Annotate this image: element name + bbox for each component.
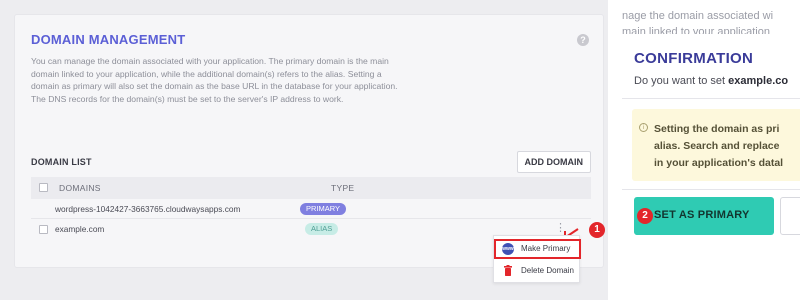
menu-item-label: Delete Domain xyxy=(521,266,574,275)
domain-management-panel: DOMAIN MANAGEMENT ? You can manage the d… xyxy=(0,0,608,300)
alias-badge: ALIAS xyxy=(305,223,339,235)
background-text: main linked to your application xyxy=(622,26,770,34)
section-title: DOMAIN MANAGEMENT xyxy=(31,32,186,47)
help-icon[interactable]: ? xyxy=(577,34,589,46)
step-1-badge: 1 xyxy=(589,222,605,238)
table-row-domain: example.com xyxy=(55,224,105,234)
button-label: SET AS PRIMARY xyxy=(654,209,750,221)
make-primary-menu-item[interactable]: www Make Primary xyxy=(494,239,581,259)
select-all-checkbox[interactable] xyxy=(39,183,48,192)
dialog-title: CONFIRMATION xyxy=(634,50,754,67)
primary-badge: PRIMARY xyxy=(300,203,347,215)
www-icon: www xyxy=(502,243,514,255)
cancel-button[interactable] xyxy=(780,197,800,235)
domain-list-label: DOMAIN LIST xyxy=(31,157,92,167)
info-icon: i xyxy=(639,123,648,132)
confirmation-dialog: nage the domain associated wi main linke… xyxy=(622,0,800,300)
add-domain-button[interactable]: ADD DOMAIN xyxy=(516,151,591,173)
dialog-question: Do you want to set example.co xyxy=(634,75,789,87)
row-checkbox[interactable] xyxy=(39,225,48,234)
row-context-menu: www Make Primary Delete Domain xyxy=(493,235,581,283)
divider xyxy=(622,189,800,190)
screenshot: DOMAIN MANAGEMENT ? You can manage the d… xyxy=(0,0,800,300)
question-domain: example.co xyxy=(728,75,789,87)
table-header: DOMAINS TYPE xyxy=(31,177,591,199)
warning-text: Setting the domain as pri xyxy=(654,123,780,135)
delete-domain-menu-item[interactable]: Delete Domain xyxy=(494,261,581,281)
step-2-badge: 2 xyxy=(637,208,653,224)
set-as-primary-button[interactable]: SET AS PRIMARY xyxy=(634,197,774,235)
trash-icon xyxy=(504,265,512,276)
column-header-type: TYPE xyxy=(331,183,355,193)
domain-management-card: DOMAIN MANAGEMENT ? You can manage the d… xyxy=(14,14,604,268)
warning-text: alias. Search and replace xyxy=(654,140,780,152)
warning-text: in your application's datal xyxy=(654,157,784,169)
column-header-domains: DOMAINS xyxy=(59,183,101,193)
warning-notice: i Setting the domain as pri alias. Searc… xyxy=(632,109,800,181)
table-row-domain: wordpress-1042427-3663765.cloudwaysapps.… xyxy=(55,204,241,214)
background-text: nage the domain associated wi xyxy=(622,10,774,22)
section-description: You can manage the domain associated wit… xyxy=(31,56,398,104)
row-divider xyxy=(31,218,591,219)
menu-item-label: Make Primary xyxy=(521,244,571,253)
divider xyxy=(622,98,800,99)
